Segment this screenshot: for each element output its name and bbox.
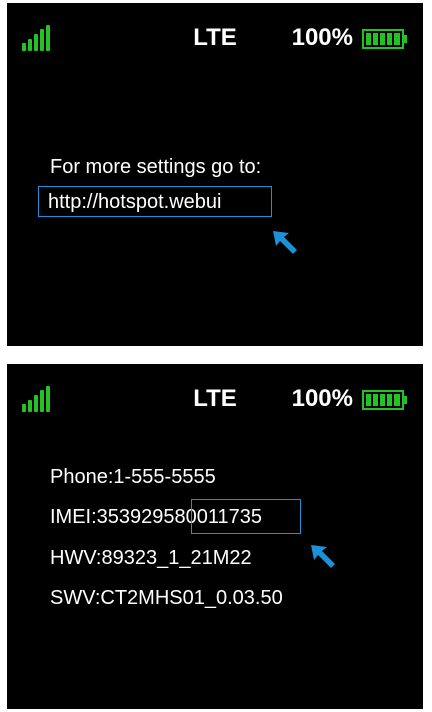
device-screen-device-info: LTE 100% Phone:1-555-5555 IMEI:353929580…	[7, 364, 423, 709]
settings-hint: For more settings go to:	[50, 156, 262, 178]
pointer-arrow-icon	[311, 545, 335, 568]
battery-percentage: 100%	[291, 24, 353, 51]
network-type: LTE	[193, 385, 237, 412]
status-bar: LTE 100%	[7, 3, 423, 63]
imei-suffix: 580011735	[163, 506, 263, 528]
imei-number: IMEI:353929580011735	[50, 505, 262, 529]
battery-percentage: 100%	[291, 385, 353, 412]
battery-full-icon	[362, 29, 408, 49]
device-screen-settings-url: LTE 100% For more settings go to: http:/…	[7, 3, 423, 346]
webui-url: http://hotspot.webui	[48, 191, 222, 213]
hardware-version: HWV:89323_1_21M22	[50, 547, 252, 569]
network-type: LTE	[193, 24, 237, 51]
software-version: SWV:CT2MHS01_0.03.50	[50, 587, 283, 609]
status-bar: LTE 100%	[7, 364, 423, 424]
pointer-arrow-icon	[273, 231, 297, 254]
battery-full-icon	[362, 390, 408, 410]
phone-number: Phone:1-555-5555	[50, 466, 216, 488]
webui-url-highlight: http://hotspot.webui	[38, 186, 272, 217]
imei-prefix: IMEI:353929	[50, 506, 164, 528]
